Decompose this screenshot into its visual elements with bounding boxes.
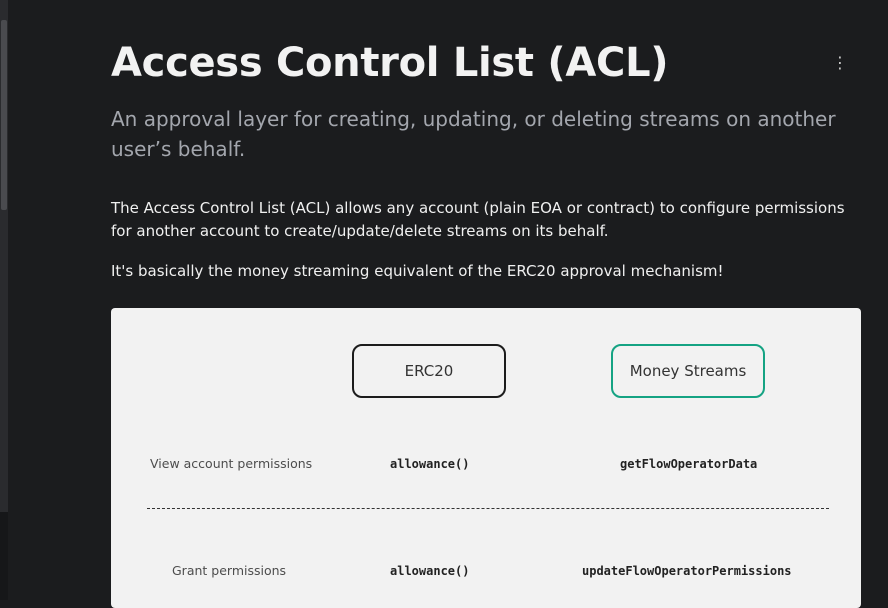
scrollbar-lower-region <box>0 512 8 600</box>
scrollbar-thumb[interactable] <box>1 20 7 210</box>
row-divider <box>147 508 829 509</box>
money-streams-view-function: getFlowOperatorData <box>620 457 758 471</box>
summary-paragraph: It's basically the money streaming equiv… <box>111 262 724 280</box>
erc20-grant-function: allowance() <box>390 564 470 578</box>
page-title: Access Control List (ACL) <box>111 40 669 86</box>
page-subtitle: An approval layer for creating, updating… <box>111 107 836 161</box>
money-streams-grant-function: updateFlowOperatorPermissions <box>582 564 792 578</box>
more-options-icon[interactable]: ⋮ <box>828 52 852 76</box>
erc20-view-function: allowance() <box>390 457 470 471</box>
row-label-grant-permissions: Grant permissions <box>172 563 287 578</box>
erc20-column-header: ERC20 <box>352 344 506 398</box>
money-streams-column-header: Money Streams <box>611 344 765 398</box>
intro-paragraph: The Access Control List (ACL) allows any… <box>111 199 845 240</box>
row-label-view-permissions: View account permissions <box>150 456 313 471</box>
acl-comparison-diagram: ERC20 Money Streams View account permiss… <box>111 308 861 608</box>
scrollbar-track[interactable] <box>0 0 8 600</box>
